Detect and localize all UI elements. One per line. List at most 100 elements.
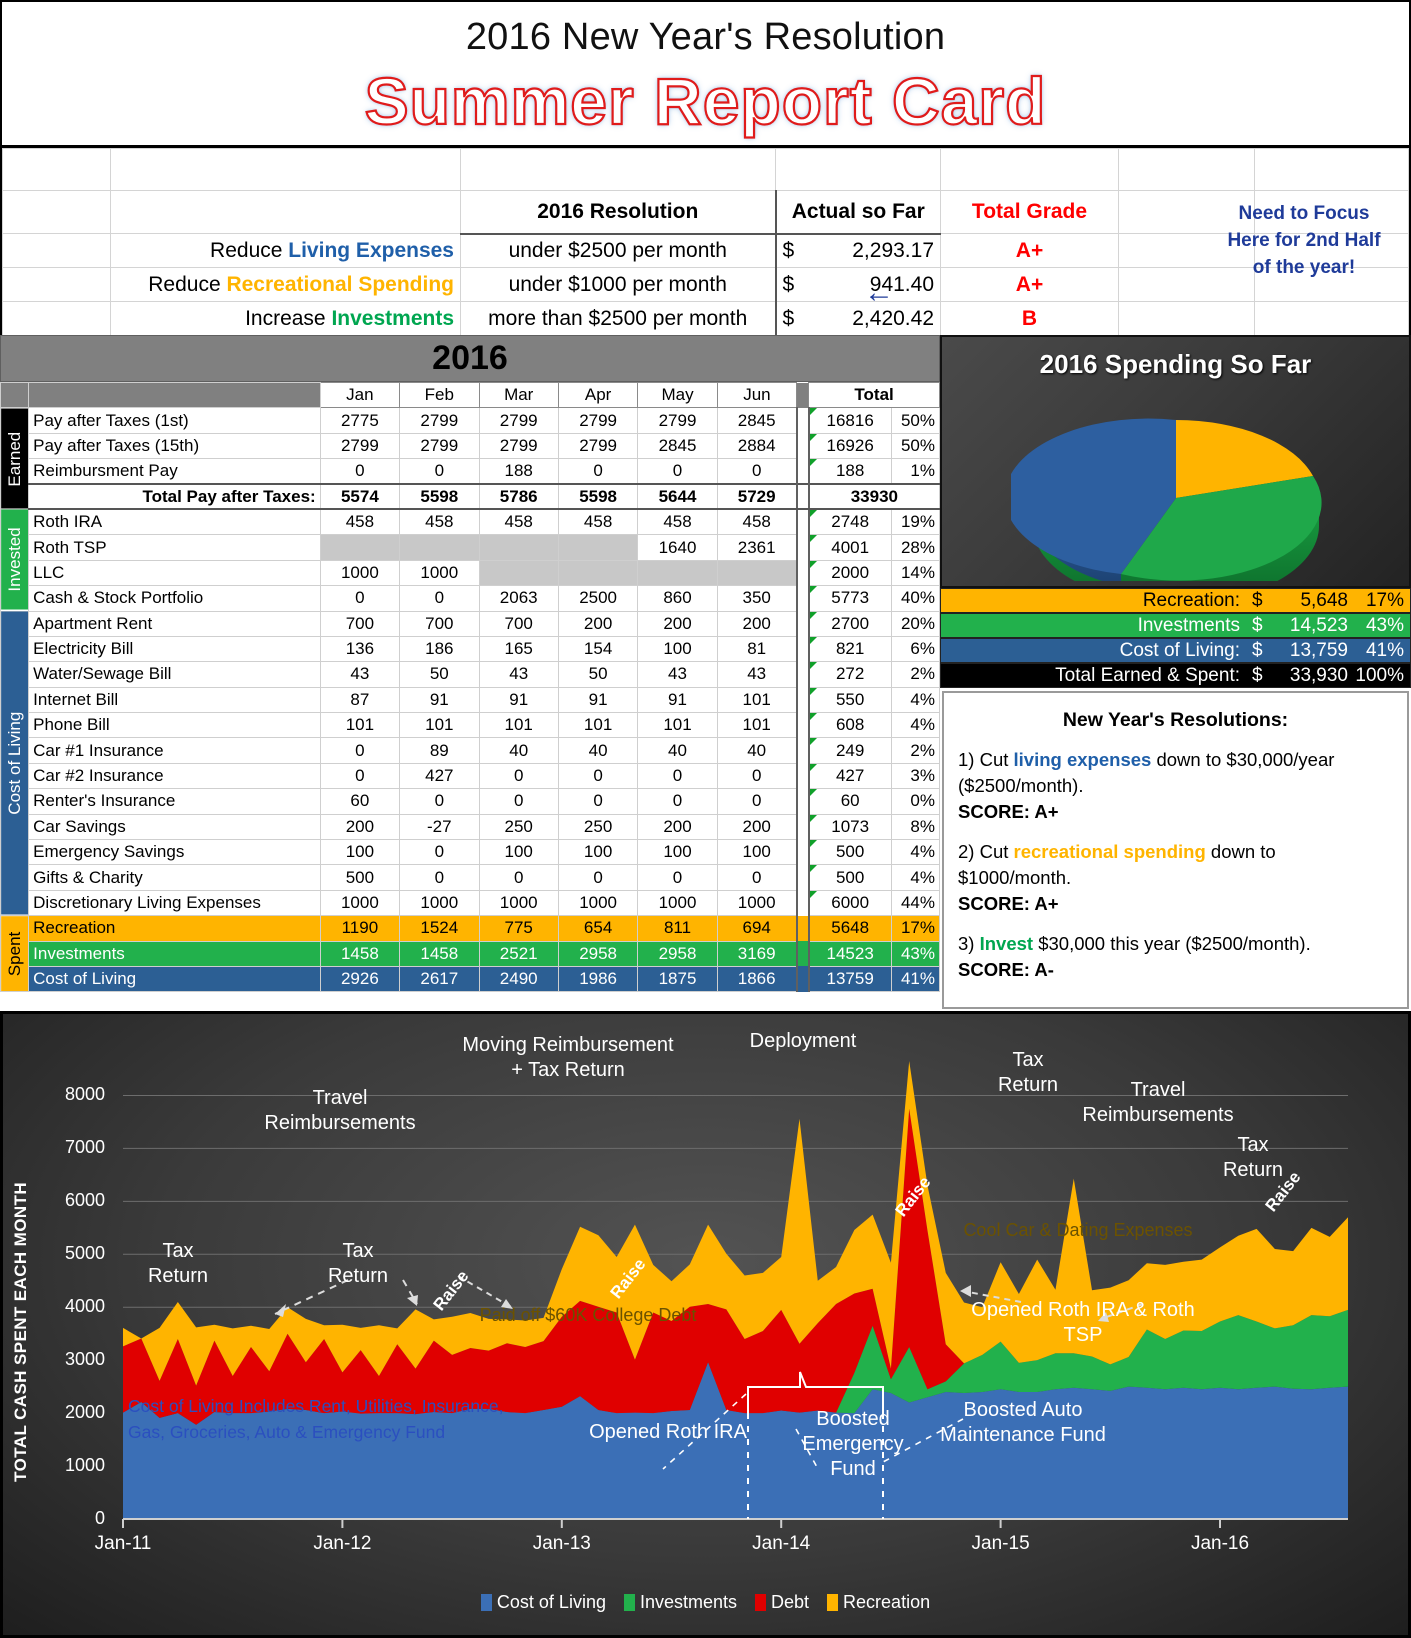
- cell-mar: 2521: [478, 940, 559, 967]
- table-row: Roth TSP 1640 2361 4001 28%: [1, 534, 941, 561]
- cell-total: 33930: [808, 483, 940, 511]
- table-row: Invested Roth IRA 458 458 458 458 458 458 2748 19…: [0, 508, 941, 612]
- cell-total: 500: [808, 839, 892, 866]
- legend-item: Investments: [623, 1592, 738, 1613]
- chart-annotation: Deployment: [749, 1030, 857, 1052]
- table-row: Water/Sewage Bill 43 50 43 50 43 43 272 2%: [1, 661, 941, 688]
- row-label: Cash & Stock Portfolio: [28, 585, 321, 612]
- cell-mar: 2799: [478, 432, 559, 460]
- legend-label: Recreation: [843, 1592, 931, 1612]
- legend-item: Recreation: [827, 1592, 930, 1613]
- x-tick-label: Jan-16: [1190, 1533, 1250, 1554]
- pie-legend-row: Cost of Living: $ 13,759 41%: [940, 638, 1411, 663]
- cell-may: 0: [637, 864, 718, 891]
- cell-percent: 2%: [890, 737, 941, 764]
- summary-spacer-b: [110, 148, 461, 191]
- cell-mar: 43: [478, 661, 559, 688]
- resolutions-list: 1) Cut living expenses down to $30,000/y…: [958, 747, 1393, 983]
- cell-jan: 5574: [319, 483, 401, 511]
- column-gap: [795, 661, 810, 688]
- title-banner: 2016 New Year's Resolution Summer Report…: [0, 0, 1411, 148]
- cell-may: 100: [637, 635, 718, 663]
- cell-percent: 43%: [890, 940, 941, 967]
- cell-total: 2000: [808, 559, 892, 587]
- right-panel: 2016 Spending So Far Recreation: $ 5,648…: [940, 335, 1411, 1011]
- goal-row-2-pad: [2, 267, 111, 302]
- resolution-item: 3) Invest $30,000 this year ($2500/month…: [958, 933, 1311, 980]
- cell-jun: 2845: [716, 407, 798, 434]
- cell-jun: 81: [716, 635, 798, 663]
- row-label: Recreation: [28, 915, 321, 942]
- row-label: Car Savings: [28, 813, 321, 841]
- table-row: Car Savings 200 -27 250 250 200 200 1073 8%: [1, 813, 941, 841]
- cell-mar: [478, 534, 559, 561]
- pie-legend-currency: $: [1252, 639, 1263, 661]
- cell-may: 0: [637, 458, 718, 485]
- cell-jan: 2799: [319, 432, 401, 460]
- row-label: Discretionary Living Expenses: [28, 889, 321, 917]
- cell-may: 0: [637, 762, 718, 790]
- cell-feb: 0: [399, 839, 480, 866]
- cell-apr: 1986: [557, 965, 639, 993]
- cell-mar: 775: [478, 915, 559, 942]
- goal-actual-1: $2,293.17: [774, 233, 941, 268]
- resolution-score: SCORE: A+: [958, 893, 1059, 914]
- summary-row-pad: [2, 190, 111, 234]
- cell-may: 2958: [637, 940, 718, 967]
- row-label: Car #1 Insurance: [28, 737, 321, 764]
- header-resolution: 2016 Resolution: [460, 190, 776, 235]
- cell-jun: 2361: [716, 534, 798, 561]
- column-gap: [795, 864, 810, 891]
- cell-jun: 1866: [716, 965, 798, 993]
- focus-note-line1: Need to Focus: [1238, 203, 1370, 224]
- cell-jan: 101: [319, 712, 401, 739]
- cell-jan: 43: [319, 661, 401, 688]
- budget-table: Jan Feb Mar Apr May Jun Total Earned Pay after T…: [0, 381, 941, 993]
- cell-jan: 2926: [319, 965, 401, 993]
- cell-total: 427: [808, 762, 892, 790]
- summary-spacer-e: [940, 148, 1119, 191]
- cell-percent: 50%: [890, 432, 941, 460]
- y-tick-label: 7000: [64, 1137, 105, 1158]
- column-gap: [795, 712, 810, 738]
- cell-jan: 100: [319, 839, 401, 866]
- cell-may: 101: [637, 712, 718, 739]
- cell-apr: 250: [557, 813, 639, 841]
- middle-section: 2016 Jan Feb Mar Apr May Jun Total Earned Pay af…: [0, 335, 1411, 1011]
- label-header: [28, 381, 321, 409]
- row-label: Internet Bill: [28, 686, 321, 714]
- pie-chart-card: 2016 Spending So Far: [940, 335, 1411, 588]
- chart-annotation: Travel Reimbursements: [264, 1087, 416, 1134]
- pie-legend-percent: 17%: [1365, 589, 1404, 611]
- cell-jun: 3169: [716, 940, 798, 967]
- chart-legend: Cost of Living Investments Debt Recreati…: [3, 1592, 1408, 1613]
- cell-total: 60: [808, 788, 892, 815]
- row-label: LLC: [28, 559, 321, 587]
- cell-total: 13759: [808, 965, 892, 993]
- pie-legend-amount: 13,759: [1289, 639, 1348, 661]
- resolution-highlight: living expenses: [1013, 749, 1152, 770]
- cell-jun: 5729: [716, 483, 798, 511]
- legend-label: Investments: [639, 1592, 738, 1612]
- month-header: May: [637, 381, 718, 409]
- table-row: Cash & Stock Portfolio 0 0 2063 2500 860 350 57…: [1, 585, 941, 612]
- column-gap: [795, 611, 810, 637]
- resolution-highlight: Invest: [979, 933, 1034, 954]
- cell-apr: 40: [557, 737, 639, 764]
- cell-total: 2700: [808, 610, 892, 637]
- cell-feb: 458: [399, 508, 480, 536]
- table-row: Reimbursment Pay 0 0 188 0 0 0 188 1%: [1, 458, 941, 485]
- resolution-item: 2) Cut recreational spending down to $10…: [958, 841, 1276, 914]
- column-gap: [795, 585, 810, 612]
- cell-total: 5648: [808, 915, 892, 942]
- cell-percent: 3%: [890, 762, 941, 790]
- cell-may: 2845: [637, 432, 718, 460]
- chart-annotation: Moving Reimbursement + Tax Return: [462, 1034, 674, 1081]
- column-gap: [795, 915, 810, 942]
- column-gap: [795, 814, 810, 840]
- column-gap: [795, 636, 810, 662]
- pie-legend-currency: $: [1252, 664, 1263, 686]
- focus-note-line2: Here for 2nd Half: [1227, 230, 1381, 251]
- cell-feb: 1000: [399, 559, 480, 587]
- resolution-score: SCORE: A+: [958, 801, 1059, 822]
